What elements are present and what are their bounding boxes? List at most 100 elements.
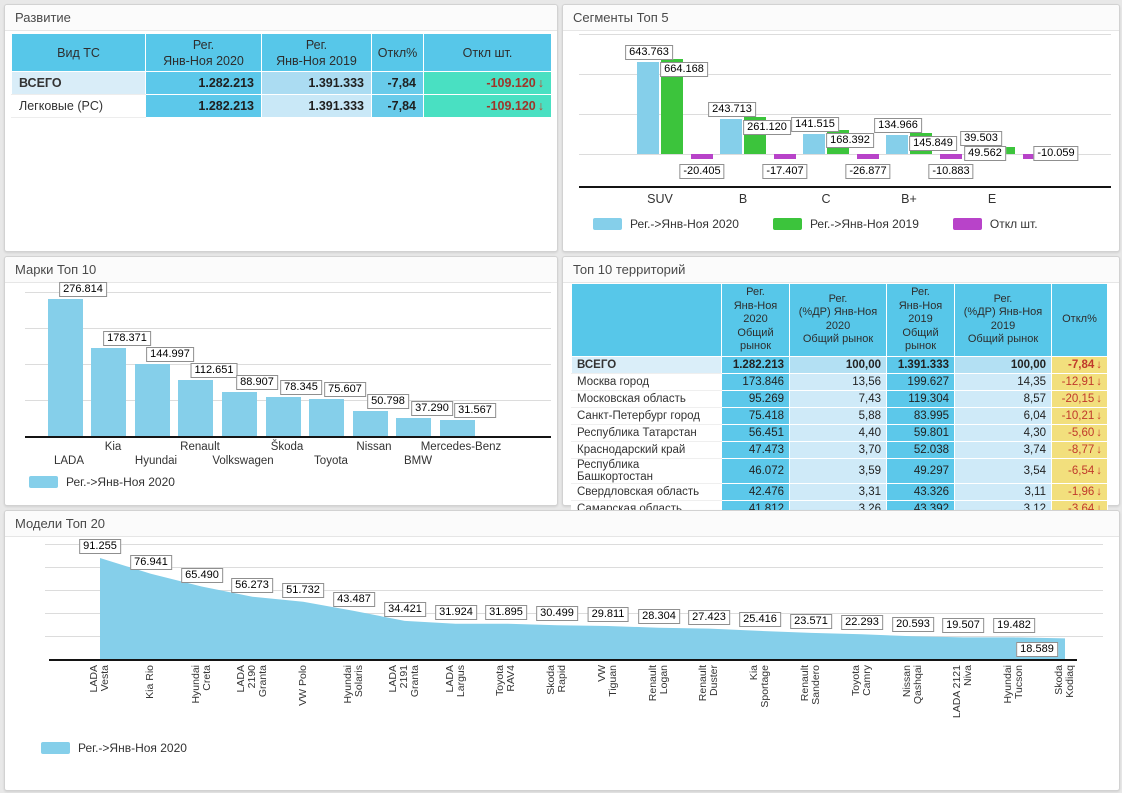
value-label: 19.482 — [993, 618, 1035, 633]
axis-label-SUV: SUV — [647, 192, 673, 206]
bar-Nissan[interactable] — [353, 411, 388, 436]
panel-title: Развитие — [5, 5, 557, 31]
cell-reg-2020: 1.282.213 — [146, 95, 262, 118]
column-header: Рег. Янв-Ноя 2020 Общий рынок — [722, 284, 790, 357]
cell-share-2020: 4,40 — [790, 424, 887, 441]
cell-reg-2019: 1.391.333 — [262, 95, 372, 118]
cell-reg-2020: 47.473 — [722, 441, 790, 458]
bar-otkl-C[interactable] — [857, 154, 879, 159]
value-label: 37.290 — [411, 401, 453, 416]
bar-Mercedes-Benz[interactable] — [440, 420, 475, 436]
bar-2020-SUV[interactable] — [637, 62, 659, 154]
table-row[interactable]: Республика Башкортостан46.0723,5949.2973… — [572, 458, 1108, 483]
column-header: Откл% — [372, 34, 424, 72]
cell-share-2019: 3,11 — [955, 483, 1052, 500]
value-label: 144.997 — [146, 347, 194, 362]
cell-reg-2020: 46.072 — [722, 458, 790, 483]
cell-reg-2019: 199.627 — [887, 373, 955, 390]
value-label: 49.562 — [964, 146, 1006, 161]
chart-legend: Рег.->Янв-Ноя 2020 — [41, 741, 187, 755]
column-header: Рег. (%ДР) Янв-Ноя 2020 Общий рынок — [790, 284, 887, 357]
cell-reg-2019: 1.391.333 — [887, 356, 955, 373]
table-row[interactable]: Республика Татарстан56.4514,4059.8014,30… — [572, 424, 1108, 441]
legend-item[interactable]: Рег.->Янв-Ноя 2019 — [773, 217, 919, 231]
value-label: 20.593 — [892, 617, 934, 632]
bar-2020-C[interactable] — [803, 134, 825, 154]
cell-territory: Московская область — [572, 390, 722, 407]
value-label: 178.371 — [103, 331, 151, 346]
cell-otkl-pct: -20,15↓ — [1052, 390, 1108, 407]
bar-2020-B+[interactable] — [886, 135, 908, 154]
axis-label: Kia Rio — [145, 665, 156, 735]
legend-swatch — [41, 742, 70, 754]
bar-2020-B[interactable] — [720, 119, 742, 154]
axis-label-Škoda: Škoda — [271, 441, 304, 453]
cell-territory: Свердловская область — [572, 483, 722, 500]
axis-label-C: C — [821, 192, 830, 206]
axis-label: Toyota Camry — [851, 665, 873, 735]
area-series[interactable] — [100, 558, 1065, 659]
value-label: -10.883 — [928, 164, 973, 179]
cell-reg-2019: 1.391.333 — [262, 72, 372, 95]
cell-otkl-pct: -5,60↓ — [1052, 424, 1108, 441]
value-label: 18.589 — [1016, 642, 1058, 657]
cell-otkl-sht: -109.120↓ — [424, 72, 552, 95]
table-row[interactable]: Московская область95.2697,43119.3048,57-… — [572, 390, 1108, 407]
value-label: 112.651 — [191, 363, 238, 378]
bar-Renault[interactable] — [178, 380, 213, 436]
axis-label-Renault: Renault — [180, 441, 220, 453]
table-row[interactable]: ВСЕГО1.282.213100,001.391.333100,00-7,84… — [572, 356, 1108, 373]
table-row[interactable]: Санкт-Петербург город75.4185,8883.9956,0… — [572, 407, 1108, 424]
value-label: 276.814 — [59, 282, 107, 297]
grid-line — [579, 34, 1111, 35]
axis-label: Hyundai Tucson — [1003, 665, 1025, 735]
bar-otkl-SUV[interactable] — [691, 154, 713, 159]
bar-Toyota[interactable] — [309, 399, 344, 436]
legend-item[interactable]: Рег.->Янв-Ноя 2020 — [29, 475, 175, 489]
legend-item[interactable]: Рег.->Янв-Ноя 2020 — [41, 741, 187, 755]
cell-reg-2019: 59.801 — [887, 424, 955, 441]
bar-Volkswagen[interactable] — [222, 392, 257, 436]
bar-BMW[interactable] — [396, 418, 431, 436]
value-label: 243.713 — [708, 102, 756, 117]
table-row[interactable]: Свердловская область42.4763,3143.3263,11… — [572, 483, 1108, 500]
legend-swatch — [773, 218, 802, 230]
down-arrow-icon: ↓ — [1096, 376, 1102, 388]
table-row[interactable]: Краснодарский край47.4733,7052.0383,74-8… — [572, 441, 1108, 458]
legend-label: Рег.->Янв-Ноя 2019 — [810, 217, 919, 231]
bar-otkl-B[interactable] — [774, 154, 796, 159]
value-label: 31.895 — [485, 605, 527, 620]
value-label: -17.407 — [762, 164, 807, 179]
axis-label: Toyota RAV4 — [495, 665, 517, 735]
axis-label: Hyundai Creta — [191, 665, 213, 735]
down-arrow-icon: ↓ — [1096, 359, 1102, 371]
cell-share-2019: 4,30 — [955, 424, 1052, 441]
bar-Kia[interactable] — [91, 348, 126, 436]
value-label: 34.421 — [384, 602, 426, 617]
axis-label: Renault Duster — [698, 665, 720, 735]
legend-label: Рег.->Янв-Ноя 2020 — [78, 741, 187, 755]
legend-item[interactable]: Рег.->Янв-Ноя 2020 — [593, 217, 739, 231]
value-label: 22.293 — [841, 615, 883, 630]
value-label: 56.273 — [231, 578, 273, 593]
bar-Škoda[interactable] — [266, 397, 301, 436]
value-label: 141.515 — [791, 117, 839, 132]
models-chart: 91.255LADA Vesta76.941Kia Rio65.490Hyund… — [5, 511, 1119, 790]
chart-legend: Рег.->Янв-Ноя 2020 — [29, 475, 175, 489]
value-label: 23.571 — [790, 614, 832, 629]
column-header: Рег. Янв-Ноя 2019 — [262, 34, 372, 72]
value-label: 19.507 — [942, 618, 984, 633]
cell-otkl-pct: -1,96↓ — [1052, 483, 1108, 500]
cell-reg-2020: 1.282.213 — [146, 72, 262, 95]
value-label: 145.849 — [909, 136, 957, 151]
legend-item[interactable]: Откл шт. — [953, 217, 1038, 231]
table-row[interactable]: ВСЕГО1.282.2131.391.333-7,84-109.120↓ — [12, 72, 552, 95]
panel-segments: Сегменты Топ 5 643.763664.168-20.405SUV2… — [562, 4, 1120, 252]
table-row[interactable]: Москва город173.84613,56199.62714,35-12,… — [572, 373, 1108, 390]
bar-otkl-B+[interactable] — [940, 154, 962, 159]
table-row[interactable]: Легковые (PC)1.282.2131.391.333-7,84-109… — [12, 95, 552, 118]
axis-label: LADA 2121 Niva — [952, 665, 974, 735]
bar-Hyundai[interactable] — [135, 364, 170, 436]
chart-legend: Рег.->Янв-Ноя 2020 Рег.->Янв-Ноя 2019 Откл… — [593, 217, 1038, 231]
bar-LADA[interactable] — [48, 299, 83, 436]
